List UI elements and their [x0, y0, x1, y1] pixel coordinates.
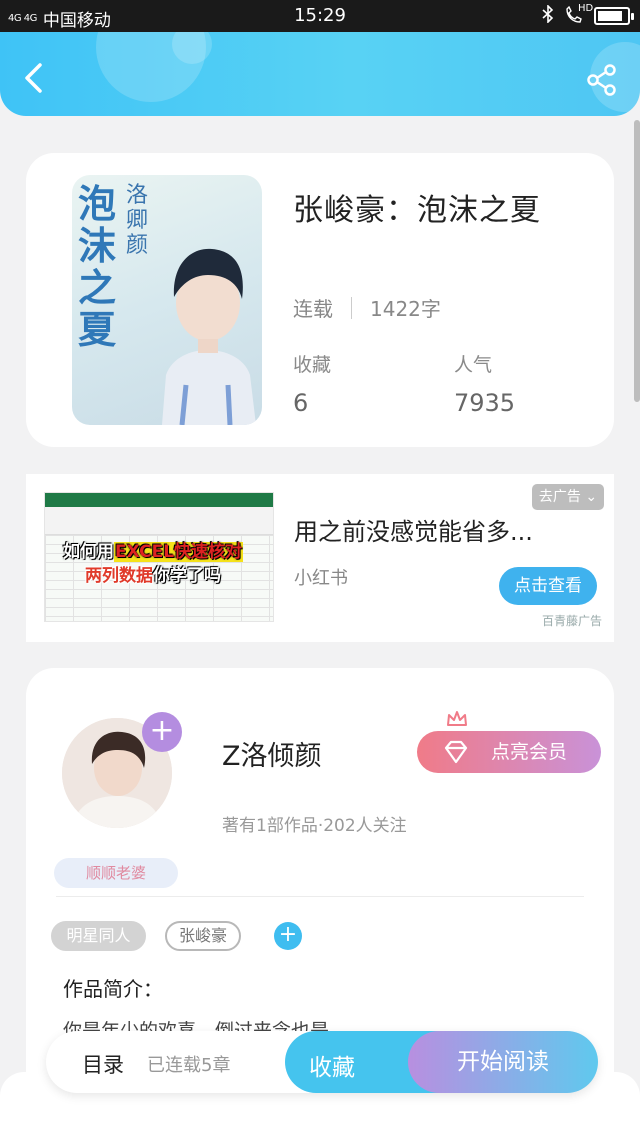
ad-card[interactable]: 如何用EXCEL快速核对 两列数据你学了吗 用之前没感觉能省多... 小红书 去… — [26, 474, 614, 642]
chevron-down-icon: ⌄ — [585, 489, 598, 505]
ad-image-line1: 如何用EXCEL快速核对 — [63, 542, 244, 562]
book-cover[interactable]: 泡沫之夏 洛卿颜 — [72, 175, 262, 425]
follow-plus-button[interactable]: + — [142, 712, 182, 752]
battery-level — [598, 11, 622, 21]
ad-title[interactable]: 用之前没感觉能省多... — [294, 512, 533, 547]
tag-chip[interactable]: 张峻豪 — [165, 921, 241, 951]
ad-image-line2: 两列数据你学了吗 — [85, 566, 221, 586]
cover-person-illustration — [162, 248, 256, 425]
divider — [56, 896, 584, 897]
book-meta: 连载 1422字 — [293, 293, 441, 322]
diamond-icon — [444, 740, 468, 764]
ad-view-button[interactable]: 点击查看 — [499, 567, 597, 605]
chapter-count: 已连载5章 — [147, 1055, 231, 1076]
scrollbar[interactable] — [634, 120, 640, 402]
cover-title-art: 泡沫之夏 — [78, 181, 117, 352]
book-info-card: 泡沫之夏 洛卿颜 张峻豪：泡沫之夏 连载 1422字 收藏 6 人气 7935 — [26, 153, 614, 447]
header-bar — [0, 32, 640, 116]
hd-call-icon: HD — [564, 3, 593, 27]
remove-ad-button[interactable]: 去广告 ⌄ — [532, 484, 604, 510]
popularity-value: 7935 — [454, 389, 516, 417]
ad-source: 小红书 — [294, 568, 348, 589]
favorites-label: 收藏 — [293, 354, 332, 376]
bluetooth-icon — [542, 4, 554, 27]
battery-icon — [594, 7, 634, 25]
ad-image-ribbon — [45, 507, 273, 535]
toc-button[interactable]: 目录 — [82, 1049, 124, 1079]
decor-bubble — [172, 32, 212, 64]
word-count: 1422字 — [370, 297, 441, 321]
cover-author-art: 洛卿颜 — [126, 183, 149, 258]
meta-divider — [351, 296, 352, 319]
status-bar: 4G 4G 中国移动 15:29 HD — [0, 0, 640, 32]
author-name[interactable]: Z洛倾颜 — [222, 734, 322, 773]
popularity-label: 人气 — [454, 354, 493, 376]
intro-heading: 作品简介： — [63, 977, 163, 1001]
start-reading-button[interactable]: 开始阅读 — [408, 1031, 598, 1093]
action-bar: 目录 已连载5章 收藏 开始阅读 — [46, 1031, 598, 1093]
share-icon[interactable] — [586, 64, 618, 96]
book-title: 张峻豪：泡沫之夏 — [293, 193, 541, 228]
favorites-value: 6 — [293, 389, 309, 417]
hd-label: HD — [578, 2, 594, 14]
author-badge: 顺顺老婆 — [54, 858, 178, 888]
ad-provider-label: 百青藤广告 — [541, 614, 602, 628]
chevron-left-icon[interactable] — [22, 62, 48, 94]
ad-image[interactable]: 如何用EXCEL快速核对 两列数据你学了吗 — [44, 492, 274, 622]
vip-button-label: 点亮会员 — [491, 741, 568, 763]
add-tag-button[interactable]: + — [274, 922, 302, 950]
tag-chip[interactable]: 明星同人 — [51, 921, 146, 951]
book-status: 连载 — [293, 297, 333, 321]
author-stats: 著有1部作品·202人关注 — [222, 816, 407, 836]
vip-button[interactable]: 点亮会员 — [417, 731, 601, 773]
ad-image-toolbar — [45, 493, 273, 507]
crown-icon — [447, 711, 467, 726]
